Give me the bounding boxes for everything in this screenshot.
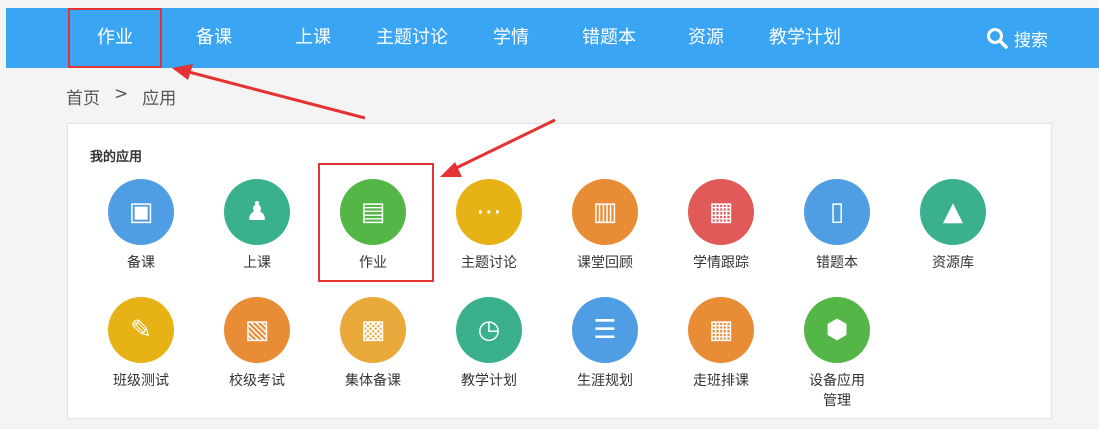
arrow-head-nav <box>172 64 193 80</box>
annotation-arrows <box>172 64 556 177</box>
arrow-head-app <box>440 162 462 177</box>
arrow-to-nav <box>184 69 366 120</box>
arrow-to-app <box>451 118 556 172</box>
